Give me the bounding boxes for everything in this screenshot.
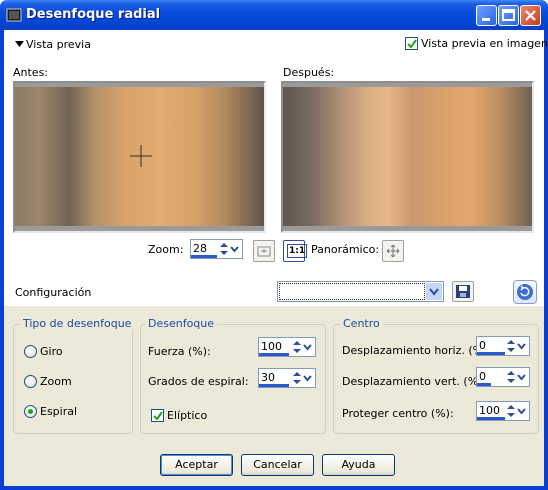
radio-zoom-label[interactable]: Zoom: [40, 375, 72, 388]
triangle-down-icon: [15, 41, 24, 47]
window-title: Desenfoque radial: [26, 7, 161, 22]
spiral-degrees-stepper[interactable]: 30: [258, 368, 316, 388]
elliptic-checkbox[interactable]: [151, 409, 164, 422]
radio-espiral-label[interactable]: Espiral: [40, 405, 77, 418]
one-to-one-label: 1:1: [287, 244, 308, 258]
move-icon: [386, 244, 400, 258]
chevron-down-icon[interactable]: [228, 241, 241, 257]
checkmark-icon: [407, 39, 417, 49]
strength-label: Fuerza (%):: [148, 345, 211, 358]
chevron-down-icon[interactable]: [301, 339, 314, 355]
cancel-button[interactable]: Cancelar: [241, 454, 314, 476]
pan-button[interactable]: [382, 240, 404, 262]
preview-toggle-label: Vista previa: [26, 38, 91, 51]
chevron-down-icon[interactable]: [301, 370, 314, 386]
floppy-disk-icon: [456, 285, 470, 298]
vert-offset-stepper[interactable]: 0: [476, 367, 530, 387]
spiral-degrees-label: Grados de espiral:: [148, 375, 249, 388]
preset-value-box: [279, 283, 425, 300]
close-icon: [525, 10, 536, 21]
before-label: Antes:: [13, 66, 49, 79]
after-preview-image: [281, 81, 534, 233]
horiz-offset-stepper[interactable]: 0: [476, 336, 530, 356]
zoom-one-to-one-button[interactable]: 1:1: [283, 240, 308, 262]
zoom-stepper[interactable]: 28: [190, 239, 243, 259]
protect-center-value: 100: [479, 404, 500, 417]
strength-value: 100: [261, 340, 282, 353]
strength-stepper[interactable]: 100: [258, 337, 316, 357]
center-legend: Centro: [340, 317, 383, 330]
config-label: Configuración: [15, 286, 92, 299]
save-preset-button[interactable]: [452, 281, 474, 302]
fit-window-icon: [257, 246, 271, 257]
protect-center-stepper[interactable]: 100: [476, 401, 530, 421]
horiz-offset-value: 0: [479, 339, 486, 352]
blur-type-legend: Tipo de desenfoque: [20, 317, 135, 330]
vert-offset-label: Desplazamiento vert. (%):: [342, 375, 487, 388]
radio-zoom[interactable]: [24, 375, 37, 388]
after-label: Después:: [283, 66, 335, 79]
horiz-offset-label: Desplazamiento horiz. (%):: [342, 344, 492, 357]
title-bar[interactable]: Desenfoque radial: [0, 0, 548, 30]
maximize-button[interactable]: [498, 5, 519, 26]
radio-giro[interactable]: [24, 345, 37, 358]
spiral-degrees-value: 30: [261, 371, 275, 384]
preset-dropdown[interactable]: [277, 281, 444, 302]
preview-in-image-checkbox[interactable]: [405, 37, 418, 50]
blur-legend: Desenfoque: [145, 317, 218, 330]
zoom-value: 28: [193, 242, 207, 255]
crosshair-icon: [130, 145, 152, 167]
close-button[interactable]: [520, 5, 541, 26]
chevron-down-icon[interactable]: [515, 369, 528, 385]
reset-arrow-icon: [517, 284, 533, 300]
chevron-down-icon: [426, 283, 442, 300]
app-icon: [6, 7, 22, 23]
vert-offset-value: 0: [479, 370, 486, 383]
pan-label: Panorámico:: [311, 243, 380, 256]
ok-button[interactable]: Aceptar: [160, 454, 233, 476]
chevron-down-icon[interactable]: [515, 403, 528, 419]
help-button[interactable]: Ayuda: [322, 454, 395, 476]
chevron-down-icon[interactable]: [515, 338, 528, 354]
elliptic-label[interactable]: Elíptico: [167, 409, 207, 422]
checkmark-icon: [153, 411, 163, 421]
radio-selected-dot: [28, 409, 33, 414]
preview-in-image-label: Vista previa en imagen: [421, 37, 548, 50]
before-preview-image[interactable]: [13, 81, 266, 233]
minimize-button[interactable]: [476, 5, 497, 26]
zoom-label: Zoom:: [148, 243, 184, 256]
reset-button[interactable]: [513, 280, 537, 304]
minimize-icon: [482, 18, 490, 21]
protect-center-label: Proteger centro (%):: [342, 407, 454, 420]
radio-espiral[interactable]: [24, 405, 37, 418]
maximize-icon: [502, 9, 515, 21]
zoom-fit-button[interactable]: [253, 240, 275, 262]
radio-giro-label[interactable]: Giro: [40, 345, 63, 358]
